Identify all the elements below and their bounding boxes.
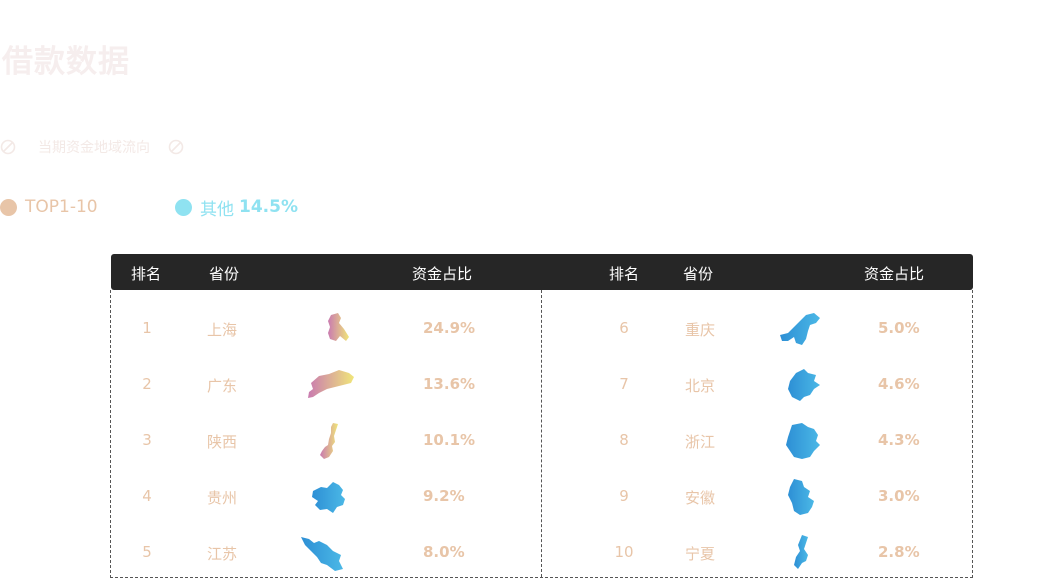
page-title: 借款数据 (2, 44, 130, 80)
guangdong-map-icon (308, 370, 354, 398)
shanghai-map-icon (328, 313, 349, 341)
header-rank-left: 排名 (131, 265, 162, 283)
legend-dot-top10 (0, 198, 17, 216)
rank-cell: 6 (619, 319, 629, 337)
share-cell: 13.6% (423, 375, 476, 393)
table-row[interactable]: 5 江苏 8.0% (111, 533, 541, 573)
province-cell: 浙江 (685, 433, 716, 451)
table-body: 1 上海 24.9% 2 广东 13.6% 3 陕西 10.1% 4 贵州 9.… (110, 290, 973, 578)
share-cell: 4.3% (878, 431, 920, 449)
rank-cell: 4 (142, 487, 152, 505)
rank-cell: 1 (142, 319, 152, 337)
table-row[interactable]: 10 宁夏 2.8% (542, 533, 972, 573)
table-row[interactable]: 1 上海 24.9% (111, 309, 541, 349)
table-row[interactable]: 8 浙江 4.3% (542, 421, 972, 461)
legend-other-label: 其他 (200, 199, 234, 220)
table-row[interactable]: 3 陕西 10.1% (111, 421, 541, 461)
legend-dot-other (175, 198, 192, 216)
province-cell: 江苏 (207, 545, 238, 563)
legend-top10[interactable]: TOP1-10 (0, 196, 98, 218)
rank-cell: 3 (142, 431, 152, 449)
legend-other-value: 14.5% (239, 197, 298, 217)
legend-other[interactable]: 其他 14.5% (175, 196, 298, 220)
province-cell: 安徽 (685, 489, 716, 507)
header-share-left: 资金占比 (412, 265, 473, 283)
header-province-left: 省份 (209, 265, 240, 283)
shaanxi-map-icon (320, 423, 338, 459)
province-cell: 贵州 (207, 489, 238, 507)
ban-icon (0, 139, 16, 155)
table-row[interactable]: 9 安徽 3.0% (542, 477, 972, 517)
ningxia-map-icon (794, 535, 808, 569)
rank-cell: 8 (619, 431, 629, 449)
province-cell: 上海 (207, 321, 238, 339)
share-cell: 2.8% (878, 543, 920, 561)
rank-cell: 2 (142, 375, 152, 393)
rank-cell: 10 (614, 543, 634, 561)
table-row[interactable]: 6 重庆 5.0% (542, 309, 972, 349)
table-row[interactable]: 7 北京 4.6% (542, 365, 972, 405)
table-row[interactable]: 2 广东 13.6% (111, 365, 541, 405)
anhui-map-icon (788, 479, 814, 515)
rank-cell: 9 (619, 487, 629, 505)
ranking-table: 排名 省份 资金占比 排名 省份 资金占比 1 上海 24.9% 2 广东 13… (110, 254, 973, 579)
header-share-right: 资金占比 (864, 265, 925, 283)
province-cell: 北京 (685, 377, 716, 395)
share-cell: 8.0% (423, 543, 465, 561)
table-header: 排名 省份 资金占比 排名 省份 资金占比 (111, 254, 973, 290)
header-rank-right: 排名 (609, 265, 640, 283)
share-cell: 24.9% (423, 319, 476, 337)
rank-cell: 7 (619, 375, 629, 393)
share-cell: 5.0% (878, 319, 920, 337)
legend-top10-label: TOP1-10 (25, 197, 98, 217)
share-cell: 9.2% (423, 487, 465, 505)
subtitle-row: 当期资金地域流向 (0, 137, 184, 157)
province-cell: 广东 (207, 377, 238, 395)
rank-cell: 5 (142, 543, 152, 561)
guizhou-map-icon (312, 482, 345, 513)
beijing-map-icon (788, 369, 820, 401)
share-cell: 4.6% (878, 375, 920, 393)
share-cell: 10.1% (423, 431, 476, 449)
ban-icon (168, 139, 184, 155)
province-cell: 陕西 (207, 433, 238, 451)
subtitle-text: 当期资金地域流向 (38, 140, 150, 156)
share-cell: 3.0% (878, 487, 920, 505)
province-cell: 重庆 (685, 321, 716, 339)
header-province-right: 省份 (683, 265, 714, 283)
zhejiang-map-icon (786, 423, 820, 459)
province-cell: 宁夏 (685, 545, 716, 563)
jiangsu-map-icon (301, 537, 343, 571)
table-row[interactable]: 4 贵州 9.2% (111, 477, 541, 517)
chongqing-map-icon (780, 313, 820, 345)
